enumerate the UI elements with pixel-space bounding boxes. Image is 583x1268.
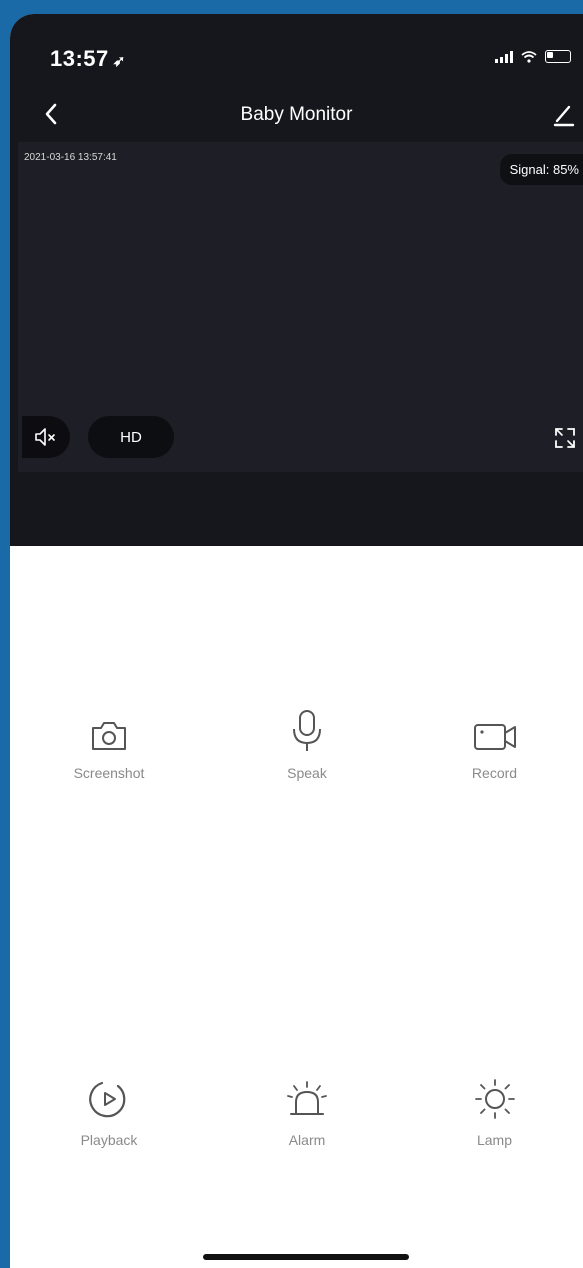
home-indicator[interactable] [203, 1254, 409, 1260]
playback-label: Playback [80, 1132, 138, 1148]
video-camera-icon [473, 724, 516, 750]
speak-button[interactable]: Speak [208, 546, 406, 941]
lamp-button[interactable]: Lamp [406, 941, 583, 1268]
record-button[interactable]: Record [406, 546, 583, 941]
camera-panel: 13:57 ➶ Baby Monitor 2021-03-16 13:57:41… [10, 14, 583, 546]
signal-strength-badge: Signal: 85% [499, 154, 583, 185]
microphone-icon [293, 710, 321, 751]
alarm-button[interactable]: Alarm [208, 941, 406, 1268]
siren-icon [287, 1081, 327, 1115]
expand-icon [555, 428, 575, 448]
location-icon: ➶ [112, 53, 126, 70]
camera-icon [92, 722, 126, 750]
video-timestamp: 2021-03-16 13:57:41 [24, 152, 117, 163]
wifi-icon [521, 50, 537, 63]
screenshot-button[interactable]: Screenshot [10, 546, 208, 941]
controls-grid: Screenshot Speak Record Playback Alarm L… [10, 546, 583, 1268]
app-screen: 13:57 ➶ Baby Monitor 2021-03-16 13:57:41… [10, 14, 583, 1268]
cellular-signal-icon [495, 50, 513, 63]
sun-icon [474, 1079, 515, 1119]
lamp-label: Lamp [476, 1132, 513, 1148]
battery-icon [545, 50, 571, 63]
status-icons [495, 50, 571, 63]
status-time: 13:57 ➶ [50, 46, 126, 72]
nav-bar: Baby Monitor [10, 94, 583, 144]
status-bar: 13:57 ➶ [10, 14, 583, 94]
playback-button[interactable]: Playback [10, 941, 208, 1268]
page-title: Baby Monitor [240, 104, 353, 125]
status-time-text: 13:57 [50, 46, 109, 71]
record-label: Record [471, 765, 518, 781]
quality-toggle-button[interactable]: HD [88, 416, 174, 458]
screenshot-label: Screenshot [73, 765, 145, 781]
pencil-icon [553, 105, 575, 127]
speaker-muted-icon [35, 428, 55, 446]
edit-button[interactable] [547, 100, 581, 130]
mute-button[interactable] [22, 416, 70, 458]
fullscreen-button[interactable] [549, 422, 581, 454]
alarm-label: Alarm [288, 1132, 326, 1148]
playback-icon [89, 1081, 126, 1118]
speak-label: Speak [287, 765, 327, 781]
video-feed[interactable]: 2021-03-16 13:57:41 Signal: 85% HD [18, 142, 583, 472]
